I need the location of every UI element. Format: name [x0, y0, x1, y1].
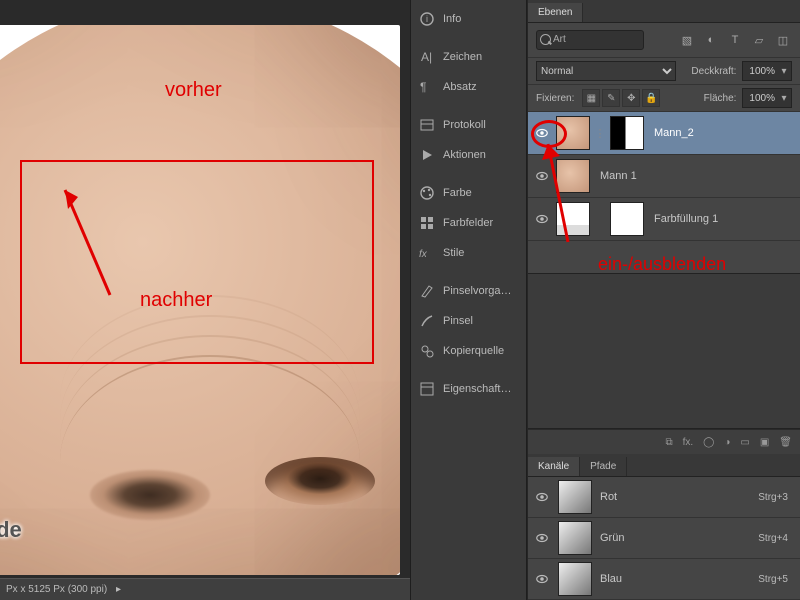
fx-icon[interactable]: fx. [683, 437, 694, 448]
tab-layers[interactable]: Ebenen [528, 3, 583, 22]
opacity-label: Deckkraft: [691, 66, 736, 77]
brushp-icon [419, 283, 435, 299]
svg-text:i: i [426, 14, 428, 24]
layer-list: ⋮ Mann_2 Mann 1 Farbfüllung 1 [528, 112, 800, 241]
annotation-after: nachher [140, 290, 212, 310]
svg-text:fx: fx [419, 249, 428, 260]
lock-pixels-icon[interactable]: ✎ [602, 89, 620, 107]
filter-type-icon[interactable]: T [726, 32, 744, 48]
status-bar: Px x 5125 Px (300 ppi) ▸ [0, 578, 410, 600]
photo-eye-left [90, 470, 210, 520]
visibility-toggle-icon[interactable] [534, 530, 550, 546]
hist-icon [419, 117, 435, 133]
channel-row[interactable]: Blau Strg+5 [528, 559, 800, 600]
visibility-toggle-icon[interactable] [534, 489, 550, 505]
layer-panel-footer: ⧉ fx. ◯ ◑ ▭ ▣ 🗑 [528, 429, 800, 454]
panel-shortcut-char[interactable]: A|Zeichen [411, 42, 526, 72]
fill-label: Fläche: [704, 93, 737, 104]
layer-mask-thumb[interactable] [610, 116, 644, 150]
opacity-field[interactable]: 100%▾ [742, 61, 792, 81]
panel-shortcut-fx[interactable]: fxStile [411, 238, 526, 268]
link-icon[interactable]: ⋮ [596, 127, 604, 140]
layer-name[interactable]: Mann 1 [600, 170, 637, 182]
visibility-toggle-icon[interactable] [534, 571, 550, 587]
channel-row[interactable]: Grün Strg+4 [528, 518, 800, 559]
swatch-icon [419, 215, 435, 231]
annotation-before: vorher [165, 80, 222, 100]
lock-buttons: ▦ ✎ ✥ 🔒 [582, 89, 660, 107]
panel-shortcut-clone[interactable]: Kopierquelle [411, 336, 526, 366]
new-layer-icon[interactable]: ▣ [760, 437, 769, 448]
collapsed-panel-dock: iInfo A|Zeichen¶Absatz ProtokollAktionen Fa… [410, 0, 527, 600]
clone-icon [419, 343, 435, 359]
channel-name: Grün [600, 532, 624, 544]
channel-name: Rot [600, 491, 617, 503]
panel-shortcut-play[interactable]: Aktionen [411, 140, 526, 170]
annotation-text: ein-/ausblenden [598, 255, 800, 273]
adjustment-icon[interactable]: ◑ [724, 437, 730, 448]
filter-shape-icon[interactable]: ▱ [750, 32, 768, 48]
channel-shortcut: Strg+5 [758, 574, 794, 585]
svg-text:¶: ¶ [420, 80, 426, 94]
lock-position-icon[interactable]: ✥ [622, 89, 640, 107]
link-layers-icon[interactable]: ⧉ [665, 437, 672, 448]
annotation-arrow-2 [538, 142, 578, 252]
panel-shortcut-brushp[interactable]: Pinselvorga… [411, 276, 526, 306]
lock-label: Fixieren: [536, 93, 574, 104]
channel-thumb [558, 521, 592, 555]
panel-shortcut-swatch[interactable]: Farbfelder [411, 208, 526, 238]
layer-name[interactable]: Farbfüllung 1 [654, 213, 718, 225]
layer-filter-row: Art ▧ ◐ T ▱ ◫ [528, 23, 800, 58]
document-canvas-area: vorher nachher .de Px x 5125 Px (300 ppi… [0, 0, 410, 600]
lock-all-icon[interactable]: 🔒 [642, 89, 660, 107]
filter-image-icon[interactable]: ▧ [678, 32, 696, 48]
watermark: .de [0, 517, 22, 543]
char-icon: A| [419, 49, 435, 65]
layers-tab-bar: Ebenen [528, 0, 800, 23]
panel-shortcut-info[interactable]: iInfo [411, 4, 526, 34]
lock-transparent-icon[interactable]: ▦ [582, 89, 600, 107]
channel-list: Rot Strg+3 Grün Strg+4 Blau Strg+5 [528, 477, 800, 600]
mask-icon[interactable]: ◯ [703, 437, 714, 448]
layer-mask-thumb[interactable] [610, 202, 644, 236]
channel-row[interactable]: Rot Strg+3 [528, 477, 800, 518]
photo-eye-right [265, 457, 375, 505]
blend-mode-select[interactable]: Normal [536, 61, 676, 81]
play-icon [419, 147, 435, 163]
annotation-arrow [50, 175, 130, 315]
document-canvas[interactable]: vorher nachher .de [0, 25, 400, 575]
brush-icon [419, 313, 435, 329]
panel-shortcut-pal[interactable]: Farbe [411, 178, 526, 208]
layer-name[interactable]: Mann_2 [654, 127, 694, 139]
info-icon: i [419, 11, 435, 27]
right-panel-group: Ebenen Art ▧ ◐ T ▱ ◫ Normal Deckkraft: 1… [527, 0, 800, 600]
trash-icon[interactable]: 🗑 [779, 437, 792, 448]
pal-icon [419, 185, 435, 201]
channel-thumb [558, 480, 592, 514]
tab-pfade[interactable]: Pfade [580, 457, 627, 476]
panel-shortcut-prop[interactable]: Eigenschaft… [411, 374, 526, 404]
filter-adjust-icon[interactable]: ◐ [702, 32, 720, 48]
filter-smart-icon[interactable]: ◫ [774, 32, 792, 48]
tab-kanäle[interactable]: Kanäle [528, 457, 580, 476]
channel-thumb [558, 562, 592, 596]
panel-shortcut-para[interactable]: ¶Absatz [411, 72, 526, 102]
svg-text:A|: A| [421, 50, 432, 64]
panel-shortcut-brush[interactable]: Pinsel [411, 306, 526, 336]
channel-name: Blau [600, 573, 622, 585]
fill-field[interactable]: 100%▾ [742, 88, 792, 108]
panel-shortcut-hist[interactable]: Protokoll [411, 110, 526, 140]
status-text: Px x 5125 Px (300 ppi) [6, 584, 107, 595]
fx-icon: fx [419, 245, 435, 261]
para-icon: ¶ [419, 79, 435, 95]
channel-shortcut: Strg+4 [758, 533, 794, 544]
layer-filter-kind[interactable]: Art [536, 30, 644, 50]
channels-tab-bar: KanälePfade [528, 454, 800, 477]
group-icon[interactable]: ▭ [740, 437, 749, 448]
prop-icon [419, 381, 435, 397]
channel-shortcut: Strg+3 [758, 492, 794, 503]
